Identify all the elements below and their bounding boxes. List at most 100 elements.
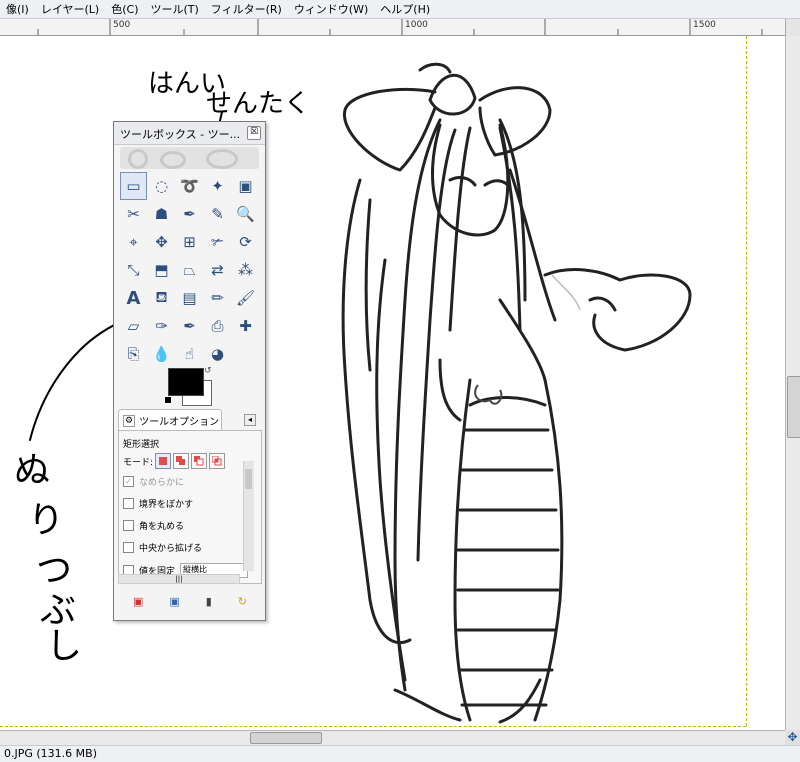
crop-icon-glyph: ✃ xyxy=(211,233,224,251)
shear-icon[interactable]: ⬒ xyxy=(148,256,175,284)
mode-replace-icon[interactable] xyxy=(155,453,172,469)
vertical-scroll-thumb[interactable] xyxy=(787,376,800,438)
expand-from-center-checkbox[interactable] xyxy=(123,542,134,553)
horizontal-scrollbar[interactable] xyxy=(0,730,785,745)
mode-intersect-icon[interactable] xyxy=(209,453,226,469)
perspective-icon[interactable]: ⏢ xyxy=(176,256,203,284)
option-antialias[interactable]: ✓ なめらかに xyxy=(123,475,184,488)
mode-label: モード: xyxy=(123,457,154,468)
annot-sentaku: せんたく xyxy=(206,89,310,119)
mode-row: モード: xyxy=(123,453,226,469)
options-scroll-thumb[interactable] xyxy=(245,469,252,489)
heal-icon[interactable]: ✚ xyxy=(232,312,259,340)
antialias-checkbox[interactable]: ✓ xyxy=(123,476,134,487)
smudge-icon-glyph: ☝ xyxy=(184,345,195,363)
save-options-icon[interactable]: ▣ xyxy=(133,595,143,608)
dodge-burn-icon[interactable]: ◕ xyxy=(204,340,231,368)
airbrush-icon[interactable]: ✑ xyxy=(148,312,175,340)
restore-options-icon[interactable]: ▣ xyxy=(169,595,179,608)
tool-options-icon: ⚙ xyxy=(123,414,136,427)
reset-colors-icon[interactable] xyxy=(164,396,172,404)
foreground-color-swatch[interactable] xyxy=(168,368,204,396)
tab-menu-icon[interactable]: ◂ xyxy=(244,414,256,426)
vertical-scrollbar[interactable] xyxy=(785,36,800,730)
swap-colors-icon[interactable]: ↺ xyxy=(204,366,212,376)
heal-icon-glyph: ✚ xyxy=(239,317,252,335)
swirl-icon xyxy=(160,151,186,169)
text-icon-glyph: A xyxy=(126,287,141,309)
toolbox-titlebar[interactable]: ツールボックス - ツー... ☒ xyxy=(114,122,265,145)
reset-options-icon[interactable]: ↻ xyxy=(238,595,247,608)
mode-add-icon[interactable] xyxy=(173,453,190,469)
color-area[interactable]: ↺ xyxy=(164,366,214,406)
bucket-fill-icon[interactable]: ⛾ xyxy=(148,284,175,312)
wilber-banner[interactable] xyxy=(120,147,259,169)
option-feather-edges[interactable]: 境界をぼかす xyxy=(123,497,193,510)
ellipse-select-icon[interactable]: ◌ xyxy=(148,172,175,200)
align-icon-glyph: ⊞ xyxy=(183,233,196,251)
zoom-icon[interactable]: 🔍 xyxy=(232,200,259,228)
clone-icon[interactable]: ⎙ xyxy=(204,312,231,340)
tool-options-panel: 矩形選択 モード: ✓ なめらかに 境界をぼかす 角を丸める 中央から拡げる 値… xyxy=(118,430,262,584)
tool-options-tab[interactable]: ⚙ ツールオプション xyxy=(118,409,222,431)
annot-bu: ぶ xyxy=(40,590,76,631)
horizontal-scroll-thumb[interactable] xyxy=(250,732,322,744)
align-icon[interactable]: ⊞ xyxy=(176,228,203,256)
crop-icon[interactable]: ✃ xyxy=(204,228,231,256)
paths-icon-glyph: ✒ xyxy=(183,205,196,223)
measure-icon-glyph: ⌖ xyxy=(129,233,138,251)
perspective-icon-glyph: ⏢ xyxy=(183,261,196,279)
paintbrush-icon[interactable]: 🖌 xyxy=(232,284,259,312)
swirl-icon xyxy=(206,149,238,169)
rotate-icon-glyph: ⟳ xyxy=(239,233,252,251)
text-icon[interactable]: A xyxy=(120,284,147,312)
feather-edges-label: 境界をぼかす xyxy=(139,500,194,510)
close-icon[interactable]: ☒ xyxy=(247,126,261,140)
eraser-icon-glyph: ▱ xyxy=(127,317,140,335)
delete-options-icon[interactable]: ▮ xyxy=(206,595,212,608)
fuzzy-select-icon[interactable]: ✦ xyxy=(204,172,231,200)
annot-nu: ぬ xyxy=(14,450,50,491)
flip-icon-glyph: ⇄ xyxy=(211,261,224,279)
pencil-icon[interactable]: ✏ xyxy=(204,284,231,312)
rect-select-icon[interactable]: ▭ xyxy=(120,172,147,200)
dodge-burn-icon-glyph: ◕ xyxy=(210,345,225,363)
option-rounded-corners[interactable]: 角を丸める xyxy=(123,519,184,532)
flip-icon[interactable]: ⇄ xyxy=(204,256,231,284)
scissors-select-icon[interactable]: ✂ xyxy=(120,200,147,228)
move-icon[interactable]: ✥ xyxy=(148,228,175,256)
options-hscrollbar[interactable]: ||| xyxy=(118,574,240,584)
mode-subtract-icon[interactable] xyxy=(191,453,208,469)
foreground-select-icon[interactable]: ☗ xyxy=(148,200,175,228)
clone-icon-glyph: ⎙ xyxy=(211,317,224,335)
scissors-select-icon-glyph: ✂ xyxy=(127,205,140,223)
blend-icon[interactable]: ▤ xyxy=(176,284,203,312)
rounded-corners-checkbox[interactable] xyxy=(123,520,134,531)
feather-edges-checkbox[interactable] xyxy=(123,498,134,509)
rotate-icon[interactable]: ⟳ xyxy=(232,228,259,256)
blend-icon-glyph: ▤ xyxy=(182,289,197,307)
annot-ri: り xyxy=(28,500,64,541)
color-picker-icon[interactable]: ✎ xyxy=(204,200,231,228)
scale-icon[interactable]: ⤡ xyxy=(120,256,147,284)
smudge-icon[interactable]: ☝ xyxy=(176,340,203,368)
options-scrollbar[interactable] xyxy=(243,461,254,571)
antialias-label: なめらかに xyxy=(139,478,185,488)
free-select-icon[interactable]: ➰ xyxy=(176,172,203,200)
option-expand-from-center[interactable]: 中央から拡げる xyxy=(123,541,202,554)
eraser-icon[interactable]: ▱ xyxy=(120,312,147,340)
measure-icon[interactable]: ⌖ xyxy=(120,228,147,256)
ink-icon[interactable]: ✒ xyxy=(176,312,203,340)
cage-transform-icon[interactable]: ⁂ xyxy=(232,256,259,284)
perspective-clone-icon[interactable]: ⎘ xyxy=(120,340,147,368)
select-by-color-icon[interactable]: ▣ xyxy=(232,172,259,200)
navigate-icon[interactable]: ✥ xyxy=(785,730,800,745)
annot-shi: し xyxy=(46,626,82,667)
status-bar: 0.JPG (131.6 MB) xyxy=(0,745,800,762)
blur-icon[interactable]: 💧 xyxy=(148,340,175,368)
annot-tsu: つ xyxy=(36,550,72,591)
move-icon-glyph: ✥ xyxy=(155,233,168,251)
bucket-fill-icon-glyph: ⛾ xyxy=(155,288,168,306)
paintbrush-icon-glyph: 🖌 xyxy=(235,289,256,307)
paths-icon[interactable]: ✒ xyxy=(176,200,203,228)
